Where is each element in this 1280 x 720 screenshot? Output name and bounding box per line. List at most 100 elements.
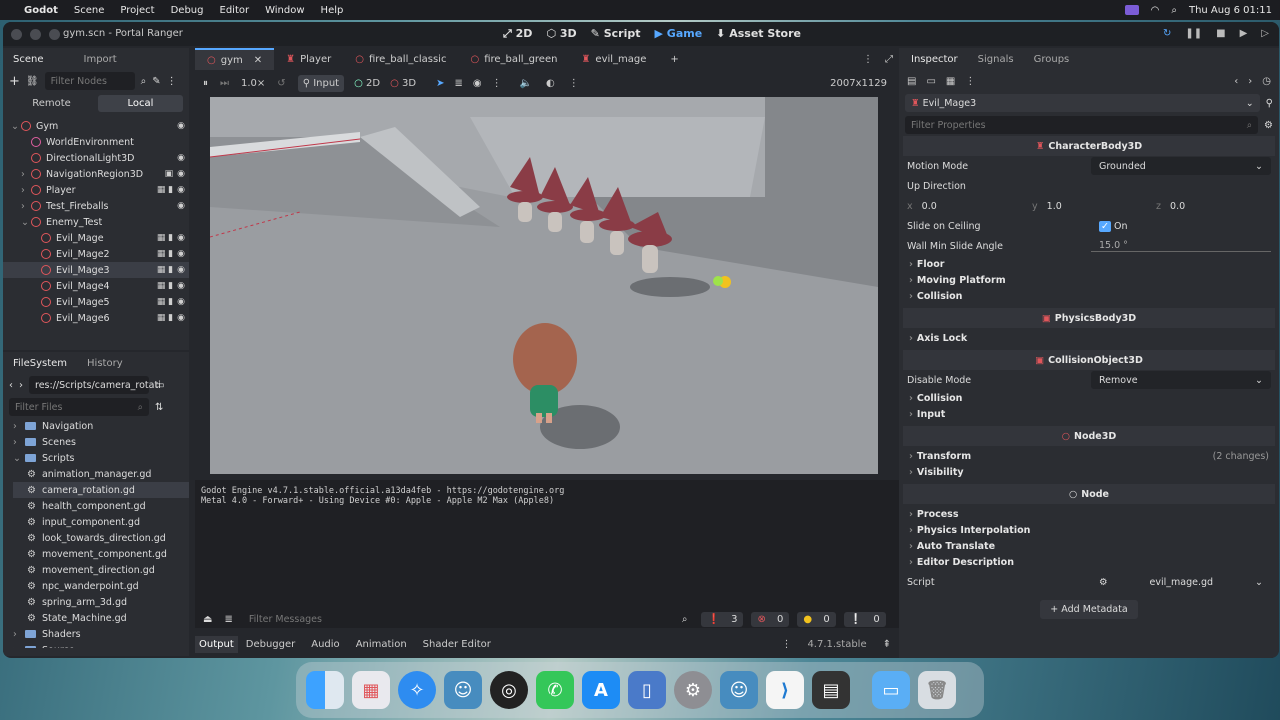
- mode-2d[interactable]: ⤢ 2D: [503, 27, 532, 41]
- visibility-icon[interactable]: ◉: [177, 313, 185, 323]
- visibility-icon[interactable]: ◉: [177, 169, 185, 179]
- menu-project[interactable]: Project: [120, 5, 154, 16]
- visibility-icon[interactable]: ◉: [177, 233, 185, 243]
- visibility-icon[interactable]: ◉: [177, 297, 185, 307]
- next-frame-icon[interactable]: ⏭: [220, 78, 229, 89]
- finder-icon[interactable]: [306, 671, 344, 709]
- scene-node[interactable]: › Test_Fireballs ◉: [3, 198, 189, 214]
- script-file-item[interactable]: ⚙ movement_component.gd: [13, 546, 189, 562]
- group-editor-description[interactable]: › Editor Description: [899, 554, 1279, 570]
- tab-player[interactable]: ♜ Player: [274, 48, 343, 70]
- group-process[interactable]: › Process: [899, 506, 1279, 522]
- filter-files-input[interactable]: Filter Files ⌕: [9, 398, 149, 416]
- script-file-item[interactable]: ⚙ input_component.gd: [13, 514, 189, 530]
- script-icon[interactable]: ✎: [152, 76, 160, 87]
- tab-evil-mage[interactable]: ♜ evil_mage: [569, 48, 658, 70]
- group-visibility[interactable]: › Visibility: [899, 464, 1279, 480]
- open-folder-icon[interactable]: ▭: [926, 76, 935, 87]
- tune-icon[interactable]: ⚙: [1264, 120, 1273, 131]
- system-settings-icon[interactable]: ⚙: [674, 671, 712, 709]
- scene-instance-icon[interactable]: ▦ ▮: [157, 297, 173, 307]
- search-icon[interactable]: ⌕: [1171, 5, 1177, 16]
- launchpad-icon[interactable]: ▦: [352, 671, 390, 709]
- tab-history[interactable]: History: [77, 358, 133, 369]
- group-physics-interpolation[interactable]: › Physics Interpolation: [899, 522, 1279, 538]
- up-x-field[interactable]: x 0.0: [907, 201, 1032, 212]
- folder-item[interactable]: › Shaders: [13, 626, 189, 642]
- mode-script[interactable]: ✎ Script: [591, 27, 641, 41]
- add-node-icon[interactable]: +: [9, 74, 20, 89]
- visibility-icon[interactable]: ◉: [177, 185, 185, 195]
- scene-instance-icon[interactable]: ▦ ▮: [157, 185, 173, 195]
- minimize-window-button[interactable]: [30, 28, 41, 40]
- control-center-icon[interactable]: [1124, 5, 1139, 15]
- filter-messages-input[interactable]: Filter Messages: [243, 610, 678, 628]
- tab-inspector[interactable]: Inspector: [901, 54, 968, 65]
- input-toggle[interactable]: ⚲ Input: [297, 74, 345, 92]
- kebab-icon[interactable]: ⋮: [167, 76, 177, 87]
- kebab-icon[interactable]: ⋮: [569, 78, 579, 89]
- add-tab-button[interactable]: +: [658, 48, 690, 70]
- visibility-icon[interactable]: ◉: [177, 281, 185, 291]
- expand-arrow-icon[interactable]: ›: [21, 201, 31, 212]
- folder-icon[interactable]: ▭: [872, 671, 910, 709]
- menu-app[interactable]: Godot: [24, 5, 58, 16]
- filter-properties-input[interactable]: Filter Properties ⌕: [905, 116, 1259, 134]
- list-select-icon[interactable]: ≣: [454, 78, 462, 89]
- group-transform[interactable]: › Transform (2 changes): [899, 448, 1279, 464]
- kebab-icon[interactable]: ⋮: [492, 78, 502, 89]
- tab-audio[interactable]: Audio: [303, 639, 347, 650]
- expand-arrow-icon[interactable]: ⌄: [21, 217, 31, 228]
- scene-node[interactable]: Evil_Mage4 ▦ ▮ ◉: [3, 278, 189, 294]
- godot-icon-2[interactable]: ☺: [720, 671, 758, 709]
- scene-node[interactable]: ⌄ Enemy_Test: [3, 214, 189, 230]
- speed-button[interactable]: 1.0×: [241, 78, 265, 89]
- suspend-icon[interactable]: ⏸: [203, 78, 208, 89]
- run-icon[interactable]: ▶: [1240, 28, 1248, 39]
- expand-arrow-icon[interactable]: ›: [13, 645, 25, 649]
- tab-gym[interactable]: ○ gym ✕: [195, 48, 275, 70]
- slide-on-ceiling-checkbox[interactable]: ✓ On: [1091, 220, 1271, 232]
- expand-arrow-icon[interactable]: ›: [21, 185, 31, 196]
- script-file-item[interactable]: ⚙ look_towards_direction.gd: [13, 530, 189, 546]
- scene-node[interactable]: ⌄ Gym ◉: [3, 118, 189, 134]
- clock[interactable]: Thu Aug 6 01:11: [1189, 5, 1272, 16]
- menu-debug[interactable]: Debug: [171, 5, 204, 16]
- new-resource-icon[interactable]: ▤: [907, 76, 916, 87]
- select-3d-toggle[interactable]: ○ 3D: [390, 78, 416, 89]
- scene-instance-icon[interactable]: ▦ ▮: [157, 281, 173, 291]
- menu-editor[interactable]: Editor: [220, 5, 250, 16]
- expand-arrow-icon[interactable]: ›: [13, 629, 25, 640]
- folder-item[interactable]: ⌄ Scripts: [13, 450, 189, 466]
- group-auto-translate[interactable]: › Auto Translate: [899, 538, 1279, 554]
- tab-output[interactable]: Output: [195, 635, 238, 653]
- visibility-icon[interactable]: ◉: [177, 153, 185, 163]
- visibility-icon[interactable]: ◉: [177, 201, 185, 211]
- folder-item[interactable]: › Scenes: [13, 434, 189, 450]
- tab-fire-ball-classic[interactable]: ○ fire_ball_classic: [343, 48, 458, 70]
- distraction-free-icon[interactable]: ⤢: [885, 54, 899, 65]
- tab-shader-editor[interactable]: Shader Editor: [415, 639, 499, 650]
- kebab-icon[interactable]: ⋮: [863, 54, 885, 65]
- camera-icon[interactable]: ◐: [546, 78, 555, 89]
- tab-import[interactable]: Import: [74, 54, 127, 65]
- folder-item[interactable]: › Navigation: [13, 418, 189, 434]
- script-file-item[interactable]: ⚙ animation_manager.gd: [13, 466, 189, 482]
- expand-arrow-icon[interactable]: ⌄: [11, 121, 21, 132]
- scene-instance-icon[interactable]: ▦ ▮: [157, 249, 173, 259]
- up-z-field[interactable]: z 0.0: [1156, 201, 1185, 212]
- local-button[interactable]: Local: [98, 94, 183, 112]
- visibility-icon[interactable]: ◉: [177, 121, 185, 131]
- scene-instance-icon[interactable]: ▦ ▮: [157, 265, 173, 275]
- node-selector[interactable]: ♜ Evil_Mage3 ⌄: [905, 94, 1260, 112]
- visibility-icon[interactable]: ◉: [473, 78, 482, 89]
- script-file-item[interactable]: ⚙ spring_arm_3d.gd: [13, 594, 189, 610]
- godot-icon[interactable]: ☺: [444, 671, 482, 709]
- expand-arrow-icon[interactable]: ›: [13, 437, 25, 448]
- motion-mode-select[interactable]: Grounded ⌄: [1091, 157, 1271, 175]
- scene-node[interactable]: Evil_Mage5 ▦ ▮ ◉: [3, 294, 189, 310]
- obs-icon[interactable]: ◎: [490, 671, 528, 709]
- group-input[interactable]: › Input: [899, 406, 1279, 422]
- scene-node[interactable]: › NavigationRegion3D ▣ ◉: [3, 166, 189, 182]
- script-file-item[interactable]: ⚙ health_component.gd: [13, 498, 189, 514]
